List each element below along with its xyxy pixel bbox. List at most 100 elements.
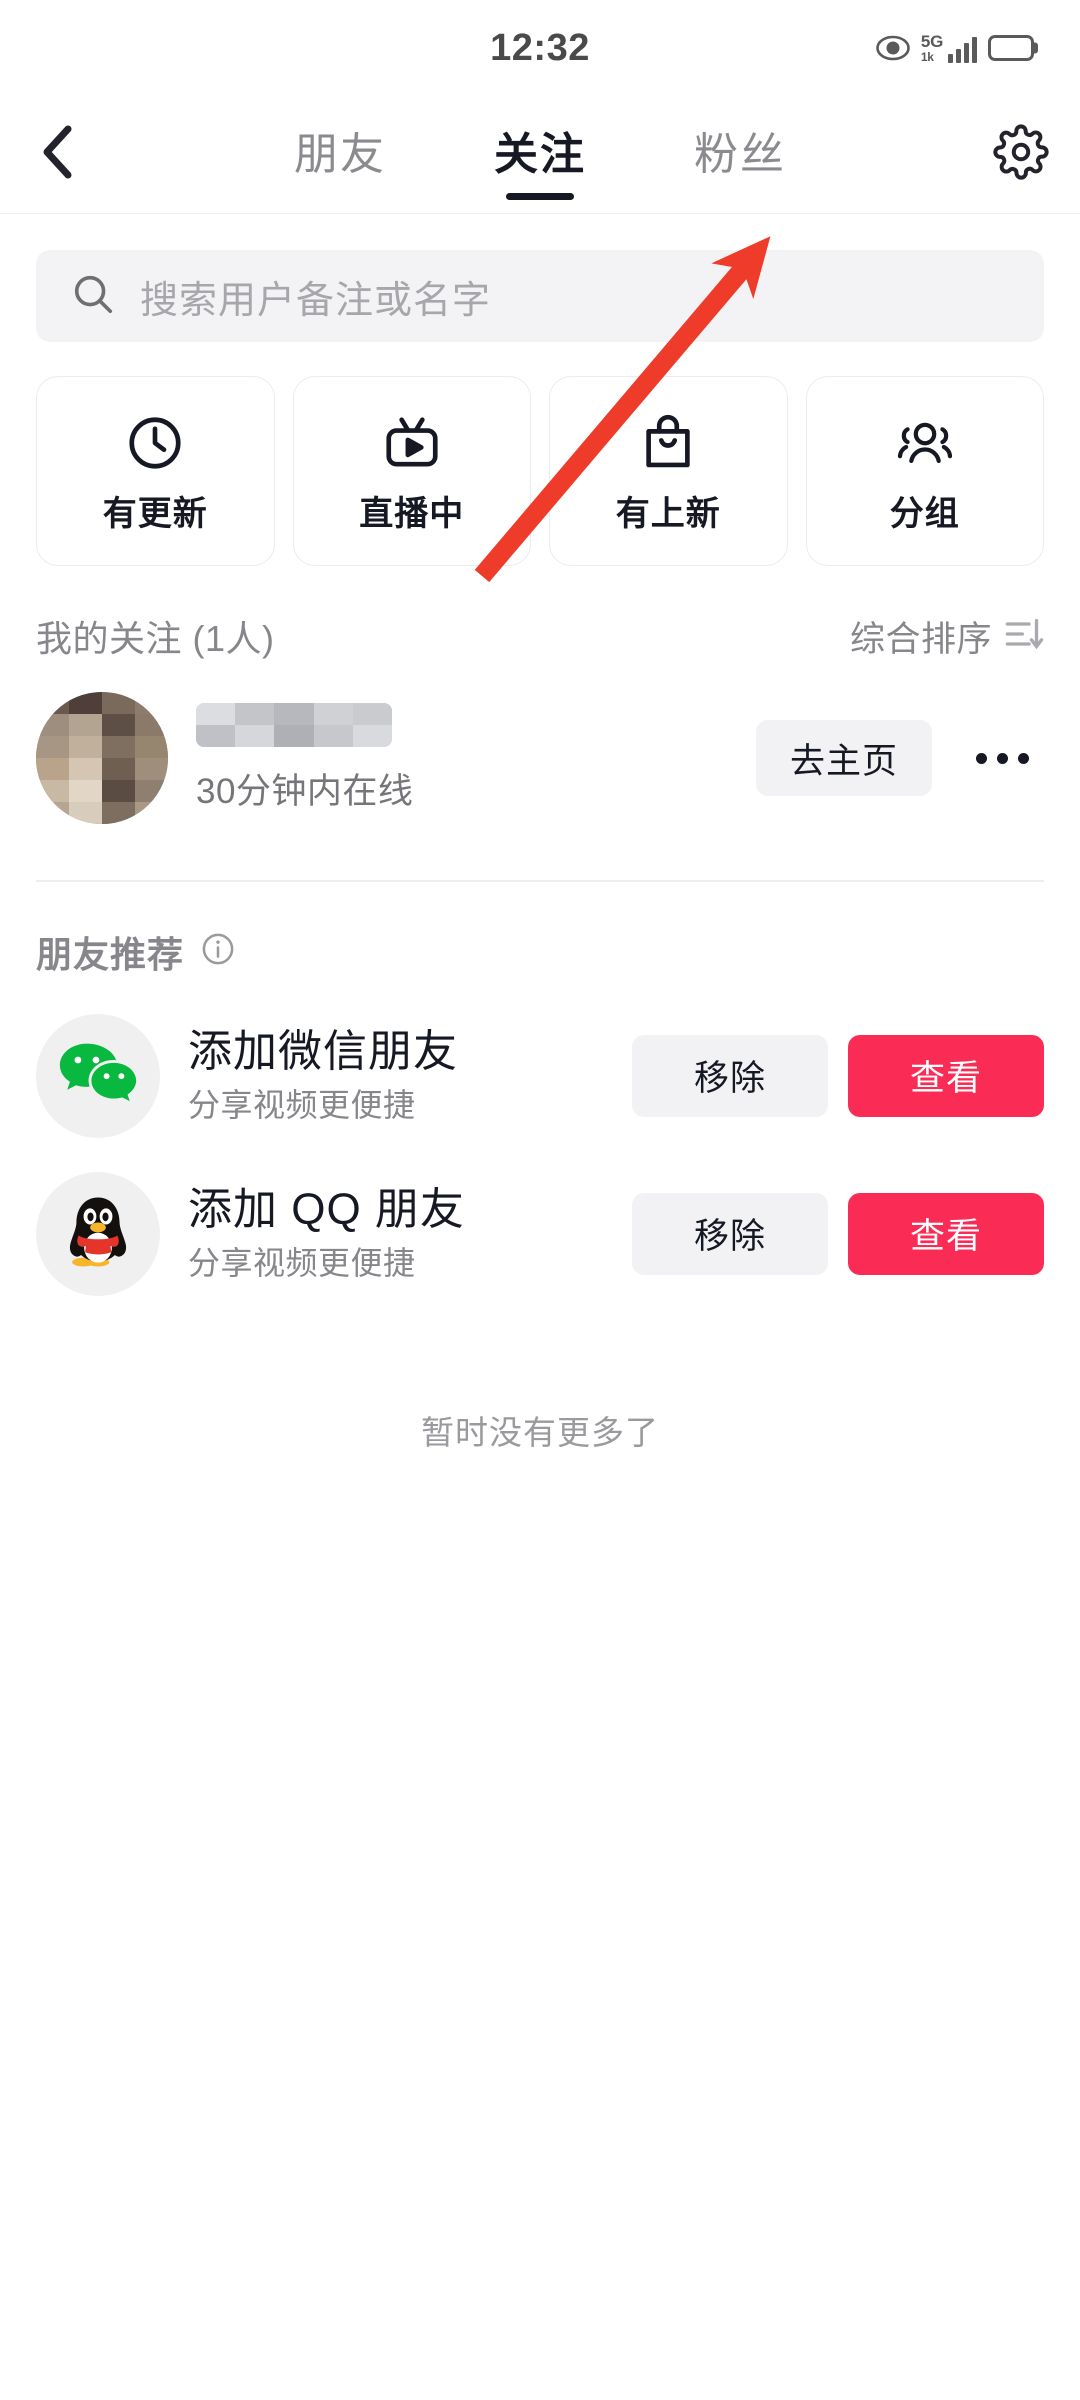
settings-button[interactable] [962,96,1080,213]
search-placeholder: 搜索用户备注或名字 [140,279,492,322]
following-user-row[interactable]: 30分钟内在线 去主页 [0,662,1080,824]
avatar-mosaic-block [69,735,102,758]
shopping-bag-icon [637,412,699,479]
avatar-mosaic-block [36,779,69,802]
avatar-mosaic-block [135,692,168,714]
avatar-mosaic-block [69,757,102,780]
status-indicators: 5G 1k [876,33,1034,63]
following-section-header: 我的关注 (1人) 综合排序 [0,566,1080,662]
avatar-mosaic-block [69,713,102,736]
tab-friends[interactable]: 朋友 [240,96,440,213]
name-mosaic-block [352,724,392,747]
tab-friends-label: 朋友 [294,129,386,179]
recommend-section-title: 朋友推荐 [36,933,185,975]
avatar-mosaic-block [135,779,168,802]
user-name-redacted [196,702,392,747]
recommend-item-wechat-subtitle: 分享视频更便捷 [188,1087,416,1124]
network-type-label: 5G [920,32,943,51]
avatar-mosaic-block [69,692,102,714]
search-section: 搜索用户备注或名字 [0,214,1080,342]
tab-fans[interactable]: 粉丝 [640,96,840,213]
tab-following[interactable]: 关注 [440,96,640,213]
back-button[interactable] [0,96,118,213]
name-mosaic-block [235,702,275,725]
network-indicator: 5G 1k [921,33,977,63]
go-to-homepage-button[interactable]: 去主页 [755,720,932,796]
info-icon[interactable] [200,931,236,972]
avatar-mosaic-block [135,757,168,780]
recommend-item-wechat-actions: 移除 查看 [632,1034,1044,1117]
name-mosaic-block [196,724,236,747]
card-has-update[interactable]: 有更新 [36,376,275,566]
card-new-arrivals-label: 有上新 [615,494,721,533]
avatar-mosaic-block [36,735,69,758]
card-groups-label: 分组 [889,494,960,533]
recommend-section-header: 朋友推荐 [0,882,1080,978]
user-meta: 30分钟内在线 [196,702,728,814]
signal-bars-icon [948,37,977,63]
recommend-item-qq-meta: 添加 QQ 朋友 分享视频更便捷 [188,1185,604,1282]
avatar-mosaic-block [36,801,69,824]
view-button[interactable]: 查看 [848,1192,1044,1275]
sort-button[interactable]: 综合排序 [850,611,1044,662]
avatar-mosaic-block [36,713,69,736]
avatar-mosaic-block [36,757,69,780]
chevron-left-icon [38,123,80,186]
qq-penguin-icon [36,1171,160,1296]
avatar-mosaic-block [135,735,168,758]
recommend-item-qq-actions: 移除 查看 [632,1192,1044,1275]
name-mosaic-block [274,702,314,725]
search-input[interactable]: 搜索用户备注或名字 [36,250,1044,342]
avatar-mosaic-block [69,779,102,802]
recommend-item-qq[interactable]: 添加 QQ 朋友 分享视频更便捷 移除 查看 [0,1138,1080,1296]
sort-label: 综合排序 [849,619,992,659]
card-new-arrivals[interactable]: 有上新 [549,376,788,566]
avatar-mosaic-block [102,801,135,824]
name-mosaic-block [313,724,353,747]
name-mosaic-block [235,724,275,747]
navbar: 朋友 关注 粉丝 [0,96,1080,214]
clock-icon [124,412,186,479]
avatar-mosaic-block [69,801,102,824]
user-online-status: 30分钟内在线 [196,771,414,811]
avatar-mosaic-block [102,757,135,780]
avatar-mosaic-block [102,713,135,736]
remove-button[interactable]: 移除 [632,1192,828,1275]
remove-button[interactable]: 移除 [632,1034,828,1117]
avatar-mosaic-block [102,692,135,714]
tab-fans-label: 粉丝 [694,129,786,179]
sort-filter-icon [1004,617,1044,656]
recommend-item-qq-title: 添加 QQ 朋友 [188,1184,465,1234]
avatar-mosaic-block [102,735,135,758]
tab-following-label: 关注 [494,129,586,179]
battery-full-icon [988,35,1034,61]
eye-icon [876,35,910,61]
gear-icon [993,124,1049,185]
tab-active-underline [506,193,574,200]
live-tv-icon [381,412,443,479]
avatar-mosaic-block [135,801,168,824]
avatar-mosaic-block [135,713,168,736]
more-dots-icon[interactable] [960,720,1044,796]
avatar-mosaic-block [102,779,135,802]
view-button[interactable]: 查看 [848,1034,1044,1117]
recommend-item-qq-subtitle: 分享视频更便捷 [188,1245,416,1282]
status-time: 12:32 [490,26,590,69]
avatar-mosaic-block [36,692,69,714]
name-mosaic-block [313,702,353,725]
recommend-item-wechat-title: 添加微信朋友 [188,1026,458,1076]
avatar[interactable] [36,692,168,824]
name-mosaic-block [352,702,392,725]
tab-bar: 朋友 关注 粉丝 [118,96,962,213]
card-live-now[interactable]: 直播中 [292,376,531,566]
name-mosaic-block [196,702,236,725]
end-of-list-text: 暂时没有更多了 [421,1413,659,1451]
search-icon [70,271,116,322]
network-speed-label: 1k [920,50,934,64]
name-mosaic-block [274,724,314,747]
recommend-item-wechat-meta: 添加微信朋友 分享视频更便捷 [188,1027,604,1124]
card-groups[interactable]: 分组 [805,376,1044,566]
recommend-item-wechat[interactable]: 添加微信朋友 分享视频更便捷 移除 查看 [0,978,1080,1138]
wechat-icon [36,1013,160,1138]
quick-action-cards: 有更新 直播中 有上新 分组 [0,342,1080,566]
